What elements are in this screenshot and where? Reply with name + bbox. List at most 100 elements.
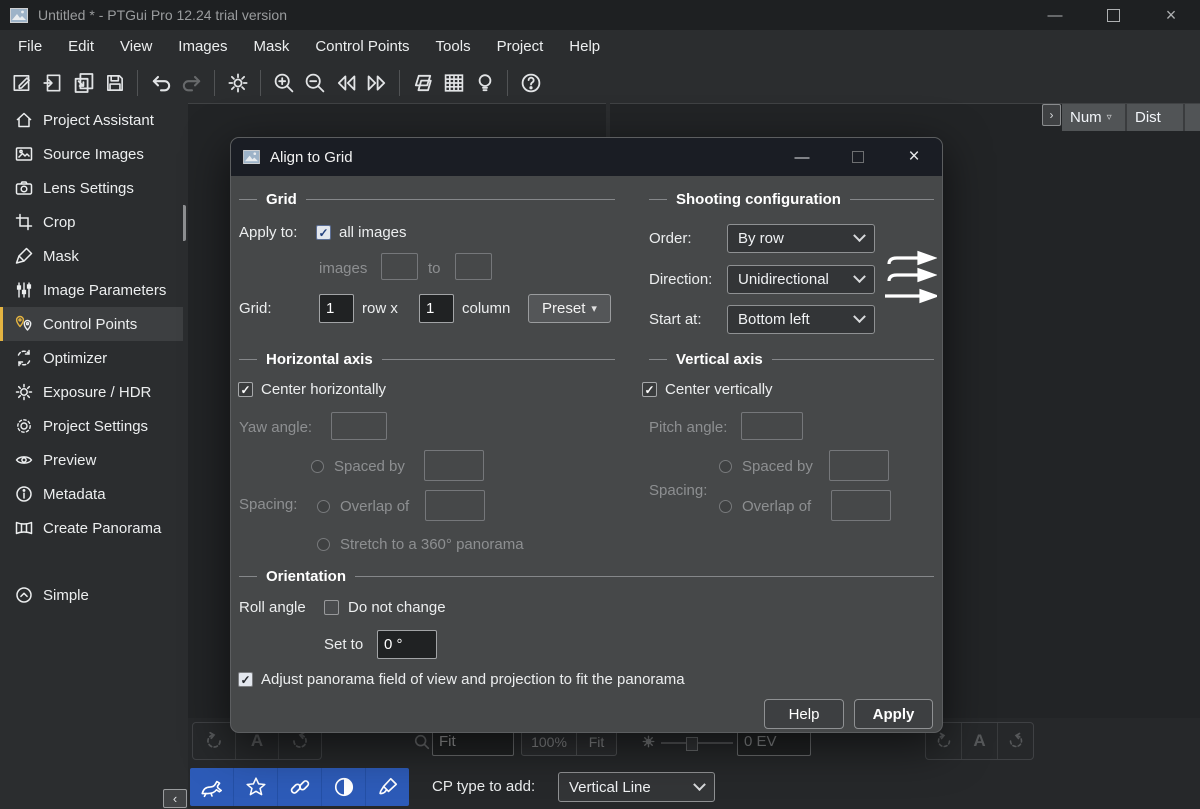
rotate-cw-button-right[interactable] <box>998 723 1033 759</box>
apply-to-label: Apply to: <box>239 224 297 241</box>
menu-control-points[interactable]: Control Points <box>302 30 422 64</box>
kangaroo-jump-icon[interactable] <box>190 768 234 806</box>
cp-column-num[interactable]: Num ▿ <box>1062 104 1125 131</box>
sidebar-item-lens-settings[interactable]: Lens Settings <box>0 171 183 205</box>
dialog-minimize-button[interactable]: — <box>774 138 830 176</box>
help-icon[interactable] <box>515 68 546 99</box>
open-project-icon[interactable] <box>37 68 68 99</box>
contrast-icon[interactable] <box>322 768 366 806</box>
brush-icon[interactable] <box>366 768 409 806</box>
previous-pair-icon[interactable] <box>330 68 361 99</box>
sidebar-item-simple[interactable]: Simple <box>0 578 183 612</box>
zoom-out-icon[interactable] <box>299 68 330 99</box>
chevron-down-icon <box>853 229 866 242</box>
rotate-ccw-button[interactable] <box>193 723 236 759</box>
sidebar-item-project-assistant[interactable]: Project Assistant <box>0 103 183 137</box>
dialog-close-button[interactable]: × <box>886 138 942 176</box>
menu-mask[interactable]: Mask <box>240 30 302 64</box>
brightness-slider[interactable] <box>661 742 733 744</box>
menu-view[interactable]: View <box>107 30 165 64</box>
menu-help[interactable]: Help <box>556 30 613 64</box>
settings-gear-icon[interactable] <box>222 68 253 99</box>
mask-brush-icon <box>14 246 34 266</box>
sidebar-item-control-points[interactable]: Control Points <box>0 307 183 341</box>
center-horizontally-checkbox[interactable] <box>238 382 253 397</box>
set-to-input[interactable] <box>377 630 437 659</box>
sidebar-item-crop[interactable]: Crop <box>0 205 183 239</box>
window-close-button[interactable]: × <box>1142 0 1200 30</box>
grid-rows-input[interactable] <box>319 294 354 323</box>
dialog-titlebar[interactable]: Align to Grid — × <box>231 138 942 176</box>
do-not-change-checkbox[interactable] <box>324 600 339 615</box>
next-pair-icon[interactable] <box>361 68 392 99</box>
menu-project[interactable]: Project <box>484 30 557 64</box>
cp-column-dist[interactable]: Dist <box>1127 104 1183 131</box>
sidebar-item-mask[interactable]: Mask <box>0 239 183 273</box>
redo-icon[interactable] <box>176 68 207 99</box>
start-at-label: Start at: <box>649 311 702 328</box>
link-icon[interactable] <box>278 768 322 806</box>
help-button[interactable]: Help <box>764 699 844 729</box>
new-project-icon[interactable] <box>6 68 37 99</box>
order-dropdown[interactable]: By row <box>727 224 875 253</box>
collapse-sidebar-button[interactable]: ‹ <box>163 789 187 808</box>
expand-panel-button[interactable]: › <box>1042 104 1061 126</box>
horizontal-axis-header: Horizontal axis <box>239 350 615 368</box>
shooting-group-header: Shooting configuration <box>649 190 934 208</box>
images-from-input <box>381 253 418 280</box>
window-titlebar: Untitled * - PTGui Pro 12.24 trial versi… <box>0 0 1200 30</box>
start-at-dropdown[interactable]: Bottom left <box>727 305 875 334</box>
center-vertically-label: Center vertically <box>665 381 773 398</box>
center-vertically-checkbox[interactable] <box>642 382 657 397</box>
menu-tools[interactable]: Tools <box>423 30 484 64</box>
sidebar-item-exposure-hdr[interactable]: Exposure / HDR <box>0 375 183 409</box>
v-overlap-label: Overlap of <box>742 498 811 515</box>
grid-cols-input[interactable] <box>419 294 454 323</box>
toolbar-separator <box>214 70 215 96</box>
pitch-angle-label: Pitch angle: <box>649 419 727 436</box>
light-bulb-icon[interactable] <box>469 68 500 99</box>
v-spaced-by-input <box>829 450 889 481</box>
undo-icon[interactable] <box>145 68 176 99</box>
info-icon <box>14 484 34 504</box>
apply-button[interactable]: Apply <box>854 699 933 729</box>
h-overlap-label: Overlap of <box>340 498 409 515</box>
dialog-maximize-button[interactable] <box>830 138 886 176</box>
direction-dropdown[interactable]: Unidirectional <box>727 265 875 294</box>
window-minimize-button[interactable]: — <box>1026 0 1084 30</box>
sidebar-item-preview[interactable]: Preview <box>0 443 183 477</box>
sidebar-item-create-panorama[interactable]: Create Panorama <box>0 511 183 545</box>
adjust-fov-checkbox[interactable] <box>238 672 253 687</box>
save-project-icon[interactable] <box>99 68 130 99</box>
panorama-editor-icon[interactable] <box>407 68 438 99</box>
brightness-slider-thumb[interactable] <box>686 737 698 751</box>
sort-indicator-icon: ▿ <box>1107 112 1112 123</box>
auto-level-button-right[interactable]: A <box>962 723 998 759</box>
add-images-icon[interactable] <box>68 68 99 99</box>
sidebar-item-image-parameters[interactable]: Image Parameters <box>0 273 183 307</box>
h-stretch-radio <box>317 538 330 551</box>
zoom-magnifier-icon <box>413 733 431 751</box>
sidebar-item-project-settings[interactable]: Project Settings <box>0 409 183 443</box>
window-title: Untitled * - PTGui Pro 12.24 trial versi… <box>38 7 287 23</box>
toolbar-separator <box>260 70 261 96</box>
menu-edit[interactable]: Edit <box>55 30 107 64</box>
toolbar-separator <box>507 70 508 96</box>
sidebar-item-optimizer[interactable]: Optimizer <box>0 341 183 375</box>
all-images-checkbox[interactable] <box>316 225 331 240</box>
menu-images[interactable]: Images <box>165 30 240 64</box>
preset-button[interactable]: Preset <box>528 294 611 323</box>
window-maximize-button[interactable] <box>1084 0 1142 30</box>
detail-viewer-icon[interactable] <box>438 68 469 99</box>
star-icon[interactable] <box>234 768 278 806</box>
cp-type-dropdown[interactable]: Vertical Line <box>558 772 715 802</box>
chevron-down-icon <box>853 270 866 283</box>
images-icon <box>14 144 34 164</box>
menu-file[interactable]: File <box>5 30 55 64</box>
sidebar-item-metadata[interactable]: Metadata <box>0 477 183 511</box>
crop-icon <box>14 212 34 232</box>
zoom-in-icon[interactable] <box>268 68 299 99</box>
cp-type-label: CP type to add: <box>432 768 535 806</box>
sidebar-item-source-images[interactable]: Source Images <box>0 137 183 171</box>
dialog-maximize-icon <box>852 151 864 163</box>
